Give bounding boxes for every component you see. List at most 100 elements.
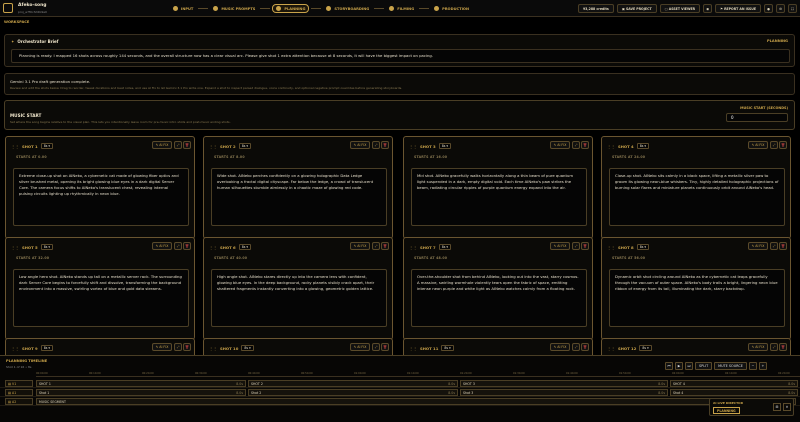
delete-button[interactable]: 🗑: [779, 343, 787, 351]
ai-fix-button[interactable]: ✎ AI FIX: [550, 242, 570, 250]
shot-description[interactable]: Mid shot. AINeko gracefully walks horizo…: [411, 168, 587, 226]
expand-button[interactable]: ⤢: [572, 242, 580, 250]
shot-card[interactable]: ⋮⋮ SHOT 3 8s ▾ ✎ AI FIX ⤢ 🗑 STARTS AT 16.00 Mid…: [403, 136, 593, 239]
drag-handle-icon[interactable]: ⋮⋮: [209, 245, 217, 250]
save-project-button[interactable]: ▣ SAVE PROJECT: [616, 4, 657, 13]
live-director-close-button[interactable]: ✕: [783, 403, 791, 411]
drag-handle-icon[interactable]: ⋮⋮: [11, 144, 19, 149]
ai-fix-button[interactable]: ✎ AI FIX: [748, 242, 768, 250]
step-music-prompts[interactable]: MUSIC PROMPTS: [210, 4, 258, 13]
delete-button[interactable]: 🗑: [381, 242, 389, 250]
delete-button[interactable]: 🗑: [183, 141, 191, 149]
play-button[interactable]: ▶: [675, 362, 683, 370]
fullscreen-button[interactable]: ⛶: [788, 4, 797, 13]
delete-button[interactable]: 🗑: [779, 141, 787, 149]
duration-select[interactable]: 8s ▾: [238, 244, 252, 250]
track-name[interactable]: ▤ A1: [5, 389, 33, 396]
drag-handle-icon[interactable]: ⋮⋮: [607, 346, 615, 351]
ai-fix-button[interactable]: ✎ AI FIX: [350, 343, 370, 351]
ai-fix-button[interactable]: ✎ AI FIX: [152, 242, 172, 250]
shot-card[interactable]: ⋮⋮ SHOT 6 8s ▾ ✎ AI FIX ⤢ 🗑 STARTS AT 40.00 Hig…: [203, 237, 393, 340]
shot-description[interactable]: Low angle hero shot. AINeko stands up ta…: [13, 269, 189, 327]
step-storyboarding[interactable]: STORYBOARDING: [323, 4, 372, 13]
delete-button[interactable]: 🗑: [581, 242, 589, 250]
previous-button[interactable]: ⏮: [665, 362, 673, 370]
shot-description[interactable]: Close-up shot. AINeko sits calmly in a b…: [609, 168, 785, 226]
ai-fix-button[interactable]: ✎ AI FIX: [748, 343, 768, 351]
duration-select[interactable]: 8s ▾: [40, 244, 54, 250]
timeline-segment[interactable]: SHOT 1 8.0s: [36, 380, 246, 387]
drag-handle-icon[interactable]: ⋮⋮: [409, 245, 417, 250]
expand-button[interactable]: ⤢: [174, 141, 182, 149]
duration-select[interactable]: 8s ▾: [40, 345, 54, 351]
ai-fix-button[interactable]: ✎ AI FIX: [550, 343, 570, 351]
expand-button[interactable]: ⤢: [372, 141, 380, 149]
ai-fix-button[interactable]: ✎ AI FIX: [550, 141, 570, 149]
expand-button[interactable]: ⤢: [572, 343, 580, 351]
timeline-segment[interactable]: Shot 3 8.0s: [460, 389, 668, 396]
shot-card[interactable]: ⋮⋮ SHOT 8 8s ▾ ✎ AI FIX ⤢ 🗑 STARTS AT 56.00 Dyn…: [601, 237, 791, 340]
timeline-segment[interactable]: Shot 4 8.0s: [670, 389, 798, 396]
zoom-out-button[interactable]: −: [748, 362, 757, 370]
drag-handle-icon[interactable]: ⋮⋮: [11, 245, 19, 250]
drag-handle-icon[interactable]: ⋮⋮: [607, 144, 615, 149]
step-input[interactable]: INPUT: [170, 4, 196, 13]
delete-button[interactable]: 🗑: [779, 242, 787, 250]
delete-button[interactable]: 🗑: [581, 141, 589, 149]
drag-handle-icon[interactable]: ⋮⋮: [209, 144, 217, 149]
duration-select[interactable]: 8s ▾: [636, 244, 650, 250]
duration-select[interactable]: 8s ▾: [241, 345, 254, 351]
shot-description[interactable]: Extreme close-up shot on AINeko, a cyber…: [13, 168, 189, 226]
shot-card[interactable]: ⋮⋮ SHOT 1 8s ▾ ✎ AI FIX ⤢ 🗑 STARTS AT 0.00 Extr…: [5, 136, 195, 239]
shot-description[interactable]: Dynamic orbit shot circling around AINek…: [609, 269, 785, 327]
ai-fix-button[interactable]: ✎ AI FIX: [152, 141, 172, 149]
drag-handle-icon[interactable]: ⋮⋮: [409, 346, 417, 351]
duration-select[interactable]: 8s ▾: [438, 244, 452, 250]
track-name[interactable]: ▤ A2: [5, 398, 33, 405]
expand-button[interactable]: ⤢: [770, 343, 778, 351]
expand-button[interactable]: ⤢: [572, 141, 580, 149]
drag-handle-icon[interactable]: ⋮⋮: [607, 245, 615, 250]
asset-viewer-button[interactable]: ▢ ASSET VIEWER: [659, 4, 701, 13]
delete-button[interactable]: 🗑: [381, 343, 389, 351]
ai-fix-button[interactable]: ✎ AI FIX: [350, 242, 370, 250]
timeline-segment[interactable]: SHOT 3 8.0s: [460, 380, 668, 387]
settings-button[interactable]: ⚙: [776, 4, 785, 13]
timeline-segment[interactable]: SHOT 4 8.0s: [670, 380, 798, 387]
drag-handle-icon[interactable]: ⋮⋮: [11, 346, 19, 351]
step-planning[interactable]: PLANNING: [272, 4, 310, 13]
shot-description[interactable]: Over-the-shoulder shot from behind AINek…: [411, 269, 587, 327]
expand-button[interactable]: ⤢: [174, 343, 182, 351]
expand-button[interactable]: ⤢: [770, 141, 778, 149]
ai-fix-button[interactable]: ✎ AI FIX: [152, 343, 172, 351]
next-button[interactable]: ⏭: [685, 362, 693, 370]
shot-card[interactable]: ⋮⋮ SHOT 5 8s ▾ ✎ AI FIX ⤢ 🗑 STARTS AT 32.00 Low…: [5, 237, 195, 340]
drag-handle-icon[interactable]: ⋮⋮: [409, 144, 417, 149]
duration-select[interactable]: 8s ▾: [441, 345, 454, 351]
shot-description[interactable]: Wide shot. AINeko perches confidently on…: [211, 168, 387, 226]
timeline-segment[interactable]: Shot 1 8.0s: [36, 389, 246, 396]
delete-button[interactable]: 🗑: [183, 343, 191, 351]
expand-button[interactable]: ⤢: [372, 242, 380, 250]
delete-button[interactable]: 🗑: [183, 242, 191, 250]
timeline-segment[interactable]: MUSIC SEGMENT: [36, 398, 796, 405]
duration-select[interactable]: 8s ▾: [639, 345, 652, 351]
duration-select[interactable]: 8s ▾: [438, 143, 452, 149]
report-issue-button[interactable]: ⚑ REPORT AN ISSUE: [715, 4, 761, 13]
ai-fix-button[interactable]: ✎ AI FIX: [748, 141, 768, 149]
pin-button[interactable]: ◉: [703, 4, 713, 13]
duration-select[interactable]: 8s ▾: [636, 143, 650, 149]
drag-handle-icon[interactable]: ⋮⋮: [209, 346, 217, 351]
mute-source-button[interactable]: MUTE SOURCE: [714, 362, 747, 370]
timeline-segment[interactable]: Shot 2 8.0s: [248, 389, 458, 396]
shot-card[interactable]: ⋮⋮ SHOT 4 8s ▾ ✎ AI FIX ⤢ 🗑 STARTS AT 24.00 Clo…: [601, 136, 791, 239]
expand-button[interactable]: ⤢: [372, 343, 380, 351]
track-name[interactable]: ▤ V1: [5, 380, 33, 387]
split-button[interactable]: SPLIT: [695, 362, 713, 370]
timeline-segment[interactable]: SHOT 2 8.0s: [248, 380, 458, 387]
user-button[interactable]: ●: [764, 4, 773, 13]
expand-button[interactable]: ⤢: [174, 242, 182, 250]
step-production[interactable]: PRODUCTION: [431, 4, 472, 13]
expand-button[interactable]: ⤢: [770, 242, 778, 250]
duration-select[interactable]: 8s ▾: [40, 143, 54, 149]
